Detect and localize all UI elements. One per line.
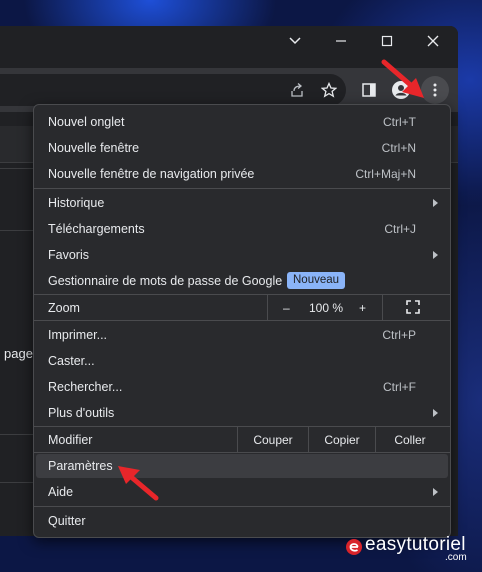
menu-item-cast[interactable]: Caster... (34, 348, 450, 374)
divider (0, 230, 34, 231)
share-button[interactable] (284, 77, 310, 103)
menu-item-more-tools[interactable]: Plus d'outils (34, 400, 450, 426)
three-dots-vertical-icon (433, 83, 437, 97)
submenu-arrow-icon (433, 251, 438, 259)
menu-item-shortcut: Ctrl+Maj+N (355, 167, 416, 181)
close-button[interactable] (410, 26, 456, 56)
menu-item-shortcut: Ctrl+F (383, 380, 416, 394)
share-icon (291, 83, 303, 97)
menu-item-downloads[interactable]: Téléchargements Ctrl+J (34, 216, 450, 242)
submenu-arrow-icon (433, 488, 438, 496)
watermark-tld: .com (445, 552, 467, 563)
side-panel-icon (362, 83, 376, 97)
tab-search-button[interactable] (272, 26, 318, 56)
annotation-arrow-icon (118, 466, 159, 501)
menu-separator (34, 452, 450, 453)
menu-item-shortcut: Ctrl+P (382, 328, 416, 342)
menu-item-label: Nouvelle fenêtre (48, 141, 140, 155)
menu-item-shortcut: Ctrl+J (384, 222, 416, 236)
page-text-fragment: page (4, 346, 33, 361)
menu-separator (34, 320, 450, 321)
menu-item-label: Aide (48, 485, 74, 499)
menu-item-label: Paramètres (48, 459, 113, 473)
divider (0, 168, 34, 169)
zoom-divider (382, 294, 383, 320)
menu-item-history[interactable]: Historique (34, 190, 450, 216)
menu-item-new-tab[interactable]: Nouvel onglet Ctrl+T (34, 109, 450, 135)
zoom-level: 100 % (309, 301, 344, 315)
menu-item-label: Favoris (48, 248, 89, 262)
star-icon (321, 82, 337, 98)
minimize-icon (336, 40, 346, 42)
menu-item-help[interactable]: Aide (34, 479, 450, 505)
menu-item-find[interactable]: Rechercher... Ctrl+F (34, 374, 450, 400)
easytutoriel-logo-icon (346, 539, 362, 555)
zoom-in-button[interactable]: + (359, 301, 366, 315)
menu-item-label: Gestionnaire de mots de passe de Google (48, 274, 283, 288)
divider (0, 434, 34, 435)
menu-item-label: Rechercher... (48, 380, 123, 394)
paste-button[interactable]: Coller (376, 433, 444, 447)
annotation-arrow-icon (381, 59, 424, 98)
menu-item-label: Modifier (48, 433, 93, 447)
menu-row-edit: Modifier Couper Copier Coller (34, 426, 450, 452)
copy-button[interactable]: Copier (309, 433, 375, 447)
minimize-button[interactable] (318, 26, 364, 56)
zoom-divider (267, 294, 268, 320)
menu-item-print[interactable]: Imprimer... Ctrl+P (34, 322, 450, 348)
divider (0, 482, 34, 483)
chevron-down-icon (289, 37, 301, 45)
menu-item-bookmarks[interactable]: Favoris (34, 242, 450, 268)
menu-item-shortcut: Ctrl+T (383, 115, 416, 129)
menu-item-label: Nouvelle fenêtre de navigation privée (48, 167, 255, 181)
menu-separator (34, 188, 450, 189)
menu-item-label: Caster... (48, 354, 95, 368)
submenu-arrow-icon (433, 199, 438, 207)
close-icon (427, 35, 439, 47)
maximize-icon (381, 35, 393, 47)
zoom-out-button[interactable]: – (283, 301, 290, 315)
menu-item-label: Historique (48, 196, 105, 210)
new-badge: Nouveau (287, 272, 346, 289)
menu-item-shortcut: Ctrl+N (381, 141, 416, 155)
bookmark-star-button[interactable] (316, 77, 342, 103)
menu-item-label: Quitter (48, 514, 86, 528)
menu-item-label: Nouvel onglet (48, 115, 125, 129)
menu-item-quit[interactable]: Quitter (34, 508, 450, 534)
menu-item-settings[interactable]: Paramètres (36, 454, 448, 478)
menu-item-label: Zoom (48, 301, 80, 315)
menu-item-password-manager[interactable]: Gestionnaire de mots de passe de Google … (34, 268, 450, 294)
cut-button[interactable]: Couper (238, 433, 308, 447)
menu-item-label: Téléchargements (48, 222, 145, 236)
submenu-arrow-icon (433, 409, 438, 417)
menu-separator (34, 506, 450, 507)
fullscreen-button[interactable] (406, 300, 420, 317)
chrome-main-menu: Nouvel onglet Ctrl+T Nouvelle fenêtre Ct… (33, 104, 451, 538)
menu-item-new-incognito-window[interactable]: Nouvelle fenêtre de navigation privée Ct… (34, 161, 450, 187)
address-bar[interactable] (0, 74, 346, 106)
easytutoriel-watermark: easytutoriel .com (345, 532, 475, 564)
menu-item-new-window[interactable]: Nouvelle fenêtre Ctrl+N (34, 135, 450, 161)
fullscreen-icon (406, 300, 420, 314)
maximize-button[interactable] (364, 26, 410, 56)
menu-item-label: Plus d'outils (48, 406, 115, 420)
menu-row-zoom: Zoom – 100 % + (34, 294, 450, 320)
menu-item-label: Imprimer... (48, 328, 108, 342)
